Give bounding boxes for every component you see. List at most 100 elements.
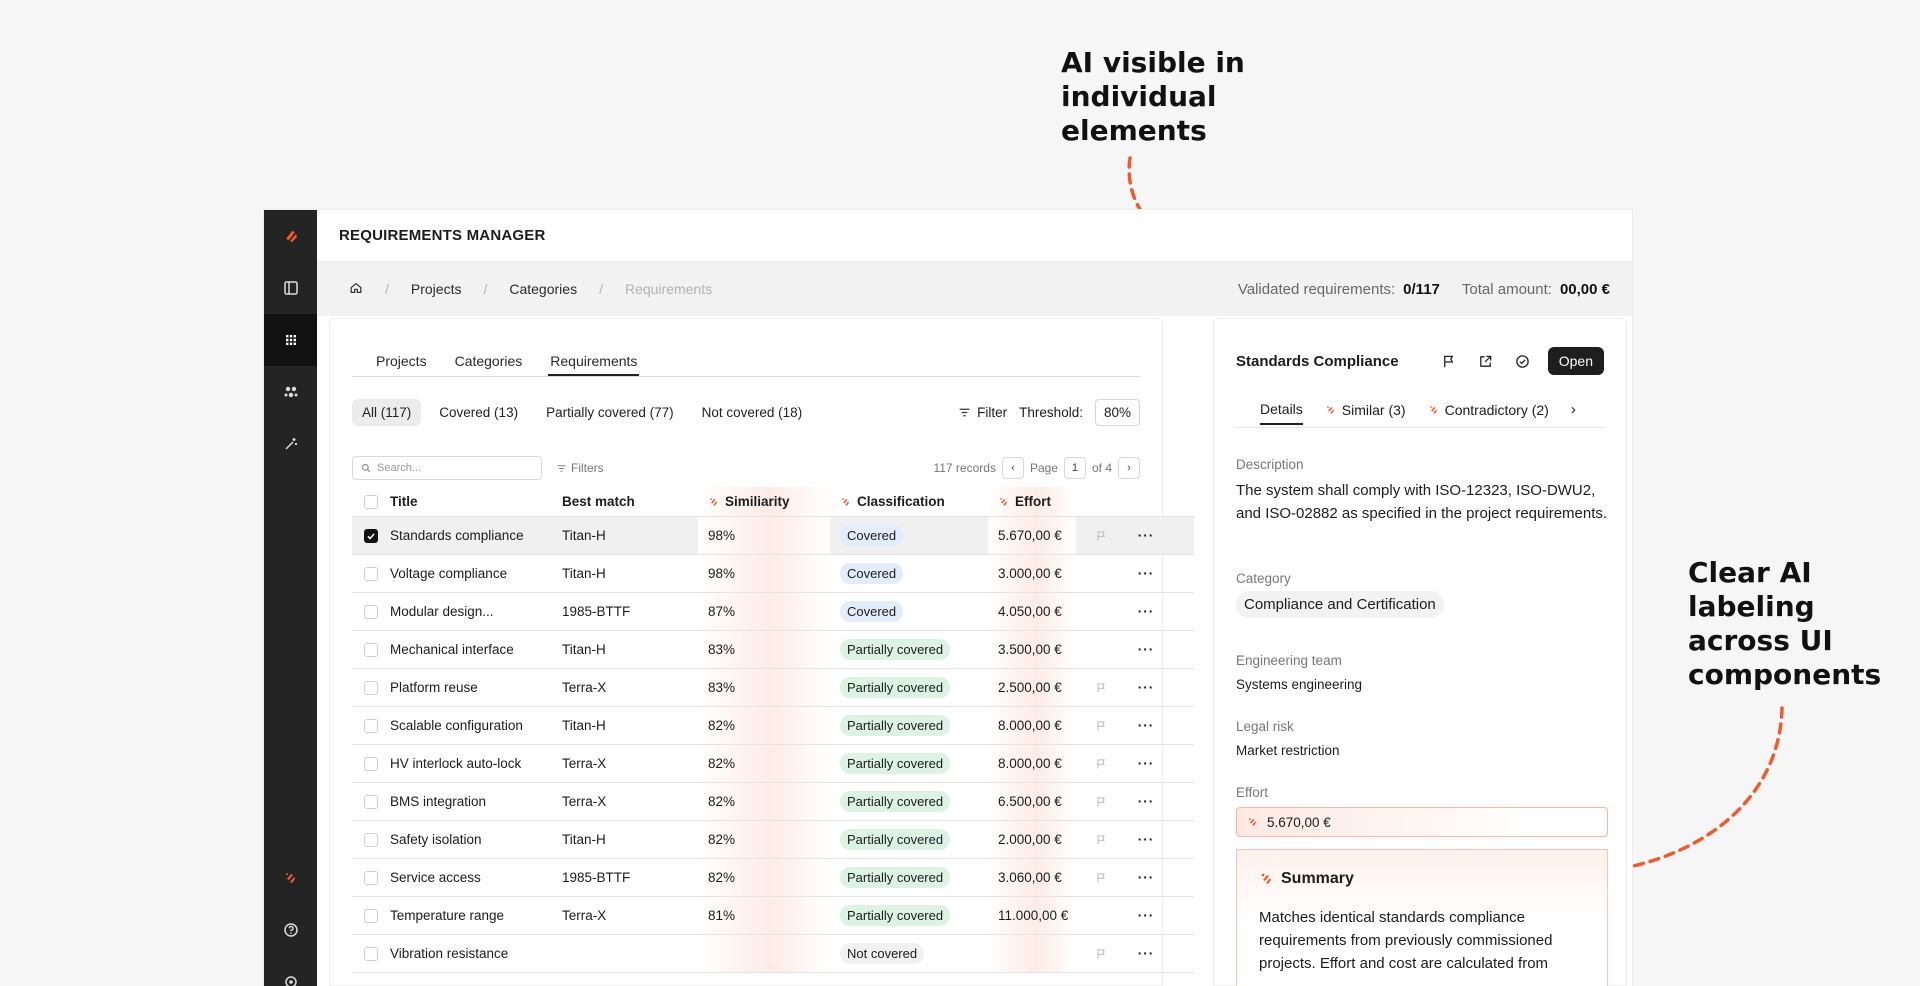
row-effort: 2.000,00 € [988,821,1076,858]
chip-covered[interactable]: Covered (13) [429,399,528,426]
ai-tools-button[interactable] [264,418,317,470]
flag-icon[interactable] [1095,720,1107,732]
table-row[interactable]: Modular design... 1985-BTTF 87% Covered 4.05… [352,593,1194,631]
flag-icon[interactable] [1095,796,1107,808]
table-row[interactable]: Service access 1985-BTTF 82% Partially cove… [352,859,1194,897]
table-row[interactable]: Standards compliance Titan-H 98% Covered 5.6… [352,517,1194,555]
threshold-label: Threshold: [1019,405,1083,420]
table-row[interactable]: Voltage compliance Titan-H 98% Covered 3.000… [352,555,1194,593]
chevron-right-icon[interactable]: › [1571,401,1576,425]
chip-all[interactable]: All (117) [352,399,422,426]
category-label: Category [1236,571,1291,586]
table-row[interactable]: Vibration resistance Not covered ··· [352,935,1194,973]
col-effort[interactable]: Effort [988,487,1076,516]
chip-not-covered[interactable]: Not covered (18) [692,399,813,426]
tab-details[interactable]: Details [1260,401,1303,425]
ai-icon [1326,406,1334,414]
total-label: Total amount: [1461,280,1552,298]
row-title: Mechanical interface [390,642,514,657]
row-checkbox[interactable] [364,718,378,733]
flag-icon[interactable] [1095,758,1107,770]
filter-button[interactable]: Filter [958,405,1007,420]
row-more-button[interactable]: ··· [1126,642,1166,657]
row-more-button[interactable]: ··· [1126,756,1166,771]
flag-icon[interactable] [1095,872,1107,884]
flag-icon[interactable] [1095,948,1107,960]
table-row[interactable]: Safety isolation Titan-H 82% Partially cove… [352,821,1194,859]
page-input[interactable]: 1 [1063,457,1086,479]
table-row[interactable]: Mechanical interface Titan-H 83% Partially … [352,631,1194,669]
row-more-button[interactable]: ··· [1126,680,1166,695]
row-checkbox[interactable] [364,946,378,961]
settings-button[interactable] [264,956,317,986]
row-more-button[interactable]: ··· [1126,908,1166,923]
row-checkbox[interactable] [364,528,378,543]
next-page-button[interactable]: › [1118,457,1140,479]
col-best-match[interactable]: Best match [562,494,698,509]
row-checkbox[interactable] [364,604,378,619]
row-select-cell [352,908,390,923]
breadcrumb-categories[interactable]: Categories [509,281,577,297]
threshold-input[interactable]: 80% [1094,399,1140,426]
flag-icon[interactable] [1095,530,1107,542]
open-button[interactable]: Open [1547,347,1604,375]
row-checkbox[interactable] [364,642,378,657]
integrations-button[interactable] [264,366,317,418]
row-more-button[interactable]: ··· [1126,946,1166,961]
table-row[interactable]: HV interlock auto-lock Terra-X 82% Partiall… [352,745,1194,783]
filters-button[interactable]: Filters [556,461,604,475]
tab-requirements[interactable]: Requirements [548,345,640,376]
row-best-match: Titan-H [562,566,606,581]
row-more-button[interactable]: ··· [1126,604,1166,619]
ai-logo-button[interactable] [264,852,317,904]
row-more-button[interactable]: ··· [1126,832,1166,847]
breadcrumb-projects[interactable]: Projects [411,281,462,297]
row-checkbox[interactable] [364,832,378,847]
row-checkbox[interactable] [364,756,378,771]
select-all-checkbox[interactable] [364,494,378,509]
tab-categories[interactable]: Categories [453,345,525,376]
row-flag-cell [1076,758,1126,770]
flag-icon[interactable] [1441,354,1456,369]
col-similarity[interactable]: Similiarity [698,487,830,516]
table-row[interactable]: Temperature range Terra-X 81% Partially cov… [352,897,1194,935]
tab-projects[interactable]: Projects [374,345,429,376]
chip-partially-covered[interactable]: Partially covered (77) [536,399,684,426]
home-icon[interactable] [349,281,363,298]
prev-page-button[interactable]: ‹ [1001,457,1024,479]
sidebar-toggle-icon [283,281,298,295]
app-logo[interactable] [264,210,317,262]
row-checkbox[interactable] [364,566,378,581]
row-more-button[interactable]: ··· [1126,566,1166,581]
check-circle-icon[interactable] [1515,354,1530,369]
row-similarity: 82% [698,821,830,858]
search-input[interactable]: Search... [352,456,542,480]
row-more-button[interactable]: ··· [1126,870,1166,885]
apps-button[interactable] [264,314,317,366]
row-more-button[interactable]: ··· [1126,528,1166,543]
filters-label: Filters [571,461,604,475]
row-more-button[interactable]: ··· [1126,718,1166,733]
detail-title: Standards Compliance [1236,352,1399,370]
tab-similar[interactable]: Similar (3) [1325,401,1406,425]
row-similarity: 82% [698,783,830,820]
row-checkbox[interactable] [364,908,378,923]
external-link-icon[interactable] [1478,354,1493,369]
row-more-button[interactable]: ··· [1126,794,1166,809]
sidebar-toggle-button[interactable] [264,262,317,314]
row-checkbox[interactable] [364,680,378,695]
help-button[interactable] [264,904,317,956]
classification-badge: Partially covered [840,829,951,850]
row-title: Safety isolation [390,832,482,847]
flag-icon[interactable] [1095,682,1107,694]
table-row[interactable]: Scalable configuration Titan-H 82% Partiall… [352,707,1194,745]
col-classification[interactable]: Classification [830,487,988,516]
flag-icon[interactable] [1095,834,1107,846]
table-row[interactable]: Platform reuse Terra-X 83% Partially covere… [352,669,1194,707]
tab-contradictory[interactable]: Contradictory (2) [1428,401,1549,425]
row-checkbox[interactable] [364,794,378,809]
table-row[interactable]: BMS integration Terra-X 82% Partially cover… [352,783,1194,821]
col-title[interactable]: Title [390,494,562,509]
effort-field[interactable]: 5.670,00 € [1236,807,1608,837]
row-checkbox[interactable] [364,870,378,885]
